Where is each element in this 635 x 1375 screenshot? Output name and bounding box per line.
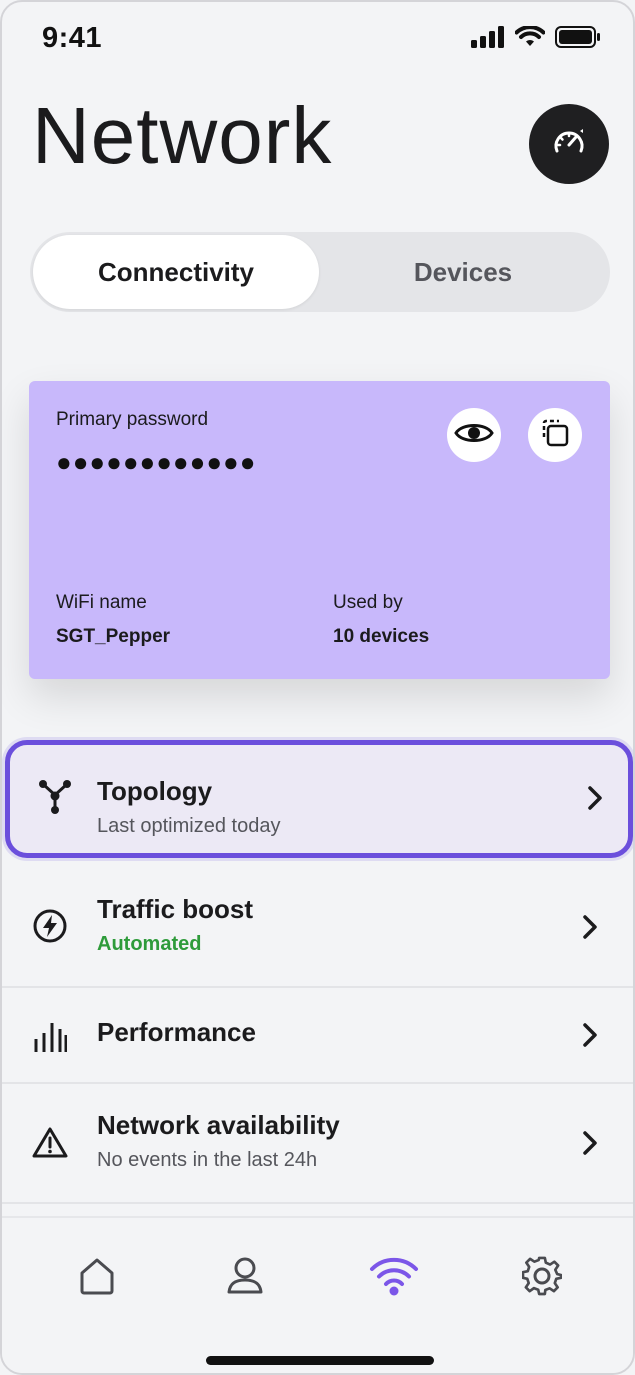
speedometer-icon bbox=[552, 127, 586, 162]
list-item-network-availability[interactable]: Network availability No events in the la… bbox=[2, 1084, 633, 1202]
tab-home[interactable] bbox=[75, 1256, 119, 1300]
list-item-subtitle: Last optimized today bbox=[97, 815, 281, 837]
wifi-icon bbox=[514, 25, 546, 53]
gear-icon bbox=[521, 1256, 563, 1301]
copy-icon bbox=[539, 417, 571, 454]
used-by-value: 10 devices bbox=[333, 626, 430, 647]
show-password-button[interactable] bbox=[447, 408, 501, 462]
lightning-icon bbox=[30, 906, 70, 946]
status-icons bbox=[471, 25, 601, 53]
battery-icon bbox=[555, 26, 601, 53]
list-item-status: Automated bbox=[97, 933, 202, 955]
home-indicator bbox=[206, 1356, 434, 1365]
wifi-name-label: WiFi name bbox=[56, 592, 147, 613]
used-by-label: Used by bbox=[333, 592, 403, 613]
list-item-traffic-boost[interactable]: Traffic boost Automated bbox=[2, 870, 633, 986]
copy-password-button[interactable] bbox=[528, 408, 582, 462]
list-item-title: Performance bbox=[97, 1017, 256, 1047]
tab-devices[interactable]: Devices bbox=[319, 235, 607, 309]
list-item-title: Network availability bbox=[97, 1110, 340, 1140]
tab-connectivity[interactable]: Connectivity bbox=[33, 235, 319, 309]
list-item-topology[interactable]: Topology Last optimized today bbox=[5, 740, 633, 858]
eye-icon bbox=[454, 420, 494, 451]
speed-test-button[interactable] bbox=[529, 104, 609, 184]
list-item-title: Topology bbox=[97, 776, 213, 806]
wifi-icon bbox=[368, 1256, 420, 1301]
tab-network[interactable] bbox=[368, 1256, 420, 1300]
password-masked-value: ●●●●●●●●●●●● bbox=[56, 447, 257, 477]
list-item-performance[interactable]: Performance bbox=[2, 988, 633, 1082]
segmented-control: Connectivity Devices bbox=[30, 232, 610, 312]
topology-icon bbox=[35, 777, 75, 817]
wifi-password-card: Primary password ●●●●●●●●●●●● WiFi name … bbox=[29, 381, 610, 679]
wifi-name-value: SGT_Pepper bbox=[56, 626, 171, 647]
chevron-right-icon bbox=[580, 1130, 602, 1156]
cellular-signal-icon bbox=[471, 26, 505, 53]
list-item-subtitle: No events in the last 24h bbox=[97, 1149, 318, 1171]
divider bbox=[2, 1202, 633, 1204]
bar-chart-icon bbox=[30, 1016, 70, 1056]
status-time: 9:41 bbox=[42, 22, 103, 54]
list-item-title: Traffic boost bbox=[97, 894, 254, 924]
tab-bar bbox=[2, 1216, 633, 1373]
tab-profile[interactable] bbox=[223, 1256, 267, 1300]
chevron-right-icon bbox=[580, 1022, 602, 1048]
warning-icon bbox=[30, 1122, 70, 1162]
chevron-right-icon bbox=[580, 914, 602, 940]
tab-settings[interactable] bbox=[520, 1256, 564, 1300]
phone-frame: 9:41 Network Connectivity Devices Primar… bbox=[0, 0, 635, 1375]
home-icon bbox=[78, 1256, 116, 1301]
password-label: Primary password bbox=[56, 409, 209, 430]
page-title: Network bbox=[32, 91, 333, 180]
chevron-right-icon bbox=[585, 785, 607, 811]
person-icon bbox=[226, 1256, 264, 1301]
